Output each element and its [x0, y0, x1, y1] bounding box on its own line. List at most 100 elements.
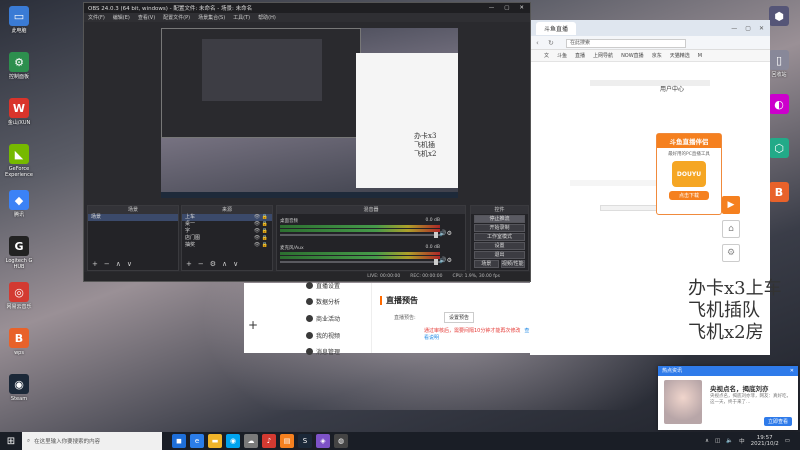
- slider-handle[interactable]: [434, 259, 438, 265]
- obs-menu-item[interactable]: 编辑(E): [113, 14, 130, 21]
- desktop-icon[interactable]: Bwps: [2, 328, 36, 356]
- bookmark-item[interactable]: NOW直播: [621, 52, 644, 59]
- volume-slider[interactable]: [280, 259, 440, 265]
- bookmark-item[interactable]: 天猫精选: [670, 52, 690, 59]
- visibility-icon[interactable]: 👁 🔒: [254, 214, 268, 221]
- taskbar-app-icon[interactable]: ◈: [316, 434, 330, 448]
- taskbar-app-icon[interactable]: ◉: [226, 434, 240, 448]
- bookmark-item[interactable]: M: [698, 53, 702, 59]
- taskbar-app-icon[interactable]: S: [298, 434, 312, 448]
- tray-arrow-icon[interactable]: ∧: [705, 438, 709, 444]
- desktop-icon[interactable]: ◆ 腾讯: [2, 190, 36, 218]
- close-icon[interactable]: ✕: [519, 5, 524, 11]
- desktop-icon[interactable]: ◎ 网易云音乐: [2, 282, 36, 310]
- desktop-icon[interactable]: ◣ GeForce Experience: [2, 144, 36, 178]
- desktop-icon[interactable]: ◉ Steam: [2, 374, 36, 402]
- source-item[interactable]: 上车 👁 🔒: [182, 214, 272, 221]
- exit-button[interactable]: 退出: [474, 251, 525, 259]
- close-icon[interactable]: ✕: [759, 25, 764, 32]
- windows-start-icon[interactable]: ⊞: [0, 432, 22, 450]
- remove-icon[interactable]: −: [198, 260, 204, 268]
- browser-tab[interactable]: 斗鱼直播: [536, 21, 577, 35]
- desktop-icon[interactable]: ⚙ 控制面板: [2, 52, 36, 80]
- speaker-icon[interactable]: 🔊⚙: [439, 257, 452, 264]
- settings-button[interactable]: 设置: [474, 242, 525, 250]
- visibility-icon[interactable]: 👁 🔒: [254, 235, 268, 242]
- desktop-icon[interactable]: G Logitech G HUB: [2, 236, 36, 270]
- ad-download-button[interactable]: 点击下载: [669, 191, 709, 200]
- obs-menu-item[interactable]: 配置文件(P): [163, 14, 190, 21]
- studio-mode-button[interactable]: 工作室模式: [474, 233, 525, 241]
- refresh-icon[interactable]: ↻: [548, 39, 554, 47]
- ime-icon[interactable]: 中: [739, 437, 745, 445]
- add-icon[interactable]: +: [186, 260, 192, 268]
- notification-center-icon[interactable]: ▭: [785, 438, 790, 444]
- taskbar-app-icon[interactable]: ☁: [244, 434, 258, 448]
- settings-icon[interactable]: ⚙: [722, 244, 740, 262]
- view-now-button[interactable]: 立即查看: [763, 417, 792, 426]
- menu-item[interactable]: 数据分析: [306, 297, 340, 306]
- source-item[interactable]: 桌一 👁 🔒: [182, 221, 272, 228]
- bookmark-item[interactable]: 文: [544, 52, 549, 59]
- volume-icon[interactable]: 🔈: [726, 438, 733, 444]
- source-item[interactable]: 抽奖 👁 🔒: [182, 242, 272, 249]
- back-icon[interactable]: ‹: [536, 39, 539, 47]
- obs-menu-item[interactable]: 查看(V): [138, 14, 155, 21]
- douyu-ad[interactable]: 斗鱼直播伴侣 最好用的PC直播工具 DOUYU 点击下载: [656, 133, 722, 215]
- source-item[interactable]: 字 👁 🔒: [182, 228, 272, 235]
- obs-menu-item[interactable]: 文件(F): [88, 14, 105, 21]
- bookmark-item[interactable]: 上网导航: [593, 52, 613, 59]
- maximize-icon[interactable]: ▢: [504, 5, 509, 11]
- start-recording-button[interactable]: 开始录制: [474, 224, 525, 232]
- plus-icon[interactable]: +: [248, 318, 258, 332]
- add-icon[interactable]: +: [92, 260, 98, 268]
- stop-streaming-button[interactable]: 停止推流: [474, 215, 525, 223]
- home-icon[interactable]: ⌂: [722, 220, 740, 238]
- set-preview-button[interactable]: 设置预告: [444, 312, 475, 323]
- scene-transition-button[interactable]: 场景: [474, 260, 499, 268]
- visibility-icon[interactable]: 👁 🔒: [254, 221, 268, 228]
- bookmark-item[interactable]: 斗鱼: [557, 52, 567, 59]
- gear-icon[interactable]: ⚙: [210, 260, 216, 268]
- news-notification[interactable]: 热点资讯 ✕ 央视点名，揭底刘亦 央视点名，揭底刘亦菲，网友：真好吃，这一天，终…: [658, 366, 798, 430]
- remove-icon[interactable]: −: [104, 260, 110, 268]
- desktop-icon[interactable]: W 金山/XUN: [2, 98, 36, 126]
- obs-menu-item[interactable]: 帮助(H): [258, 14, 276, 21]
- network-icon[interactable]: ◫: [715, 438, 720, 444]
- scene-item[interactable]: 场景: [88, 214, 178, 221]
- source-item[interactable]: 店门图 👁 🔒: [182, 235, 272, 242]
- obs-menu-item[interactable]: 场景集合(S): [198, 14, 225, 21]
- taskbar-search[interactable]: ⌕ 在这里输入你要搜索的内容: [22, 432, 162, 450]
- move-down-icon[interactable]: ∨: [233, 260, 238, 268]
- bookmark-item[interactable]: 直播: [575, 52, 585, 59]
- browser-window-buttons[interactable]: — ▢ ✕: [731, 25, 770, 32]
- volume-slider[interactable]: [280, 232, 440, 238]
- menu-item[interactable]: 商业活动: [306, 314, 340, 323]
- obs-menu-item[interactable]: 工具(T): [233, 14, 250, 21]
- visibility-icon[interactable]: 👁 🔒: [254, 228, 268, 235]
- obs-window[interactable]: OBS 24.0.3 (64 bit, windows) - 配置文件: 未命名…: [83, 2, 531, 282]
- taskbar-app-icon[interactable]: ♪: [262, 434, 276, 448]
- move-down-icon[interactable]: ∨: [127, 260, 132, 268]
- move-up-icon[interactable]: ∧: [116, 260, 121, 268]
- play-icon[interactable]: ▶: [722, 196, 740, 214]
- bookmark-item[interactable]: 京东: [652, 52, 662, 59]
- address-input[interactable]: 在此搜索: [566, 39, 686, 48]
- visibility-icon[interactable]: 👁 🔒: [254, 242, 268, 249]
- taskbar-app-icon[interactable]: e: [190, 434, 204, 448]
- taskbar-app-icon[interactable]: ▤: [280, 434, 294, 448]
- close-icon[interactable]: ✕: [790, 366, 794, 376]
- taskbar-app-icon[interactable]: ◼: [172, 434, 186, 448]
- menu-item[interactable]: 我的视频: [306, 331, 340, 340]
- clock[interactable]: 19:57 2021/10/2: [751, 435, 779, 447]
- minimize-icon[interactable]: —: [731, 25, 737, 32]
- video-performance-button[interactable]: 视频/性能: [500, 260, 525, 268]
- slider-handle[interactable]: [434, 232, 438, 238]
- move-up-icon[interactable]: ∧: [222, 260, 227, 268]
- minimize-icon[interactable]: —: [489, 5, 495, 11]
- menu-item[interactable]: 消息管理: [306, 347, 340, 356]
- menu-item[interactable]: 直播设置: [306, 281, 340, 290]
- maximize-icon[interactable]: ▢: [745, 25, 751, 32]
- speaker-icon[interactable]: 🔊⚙: [439, 230, 452, 237]
- desktop-icon[interactable]: ▭ 此电脑: [2, 6, 36, 34]
